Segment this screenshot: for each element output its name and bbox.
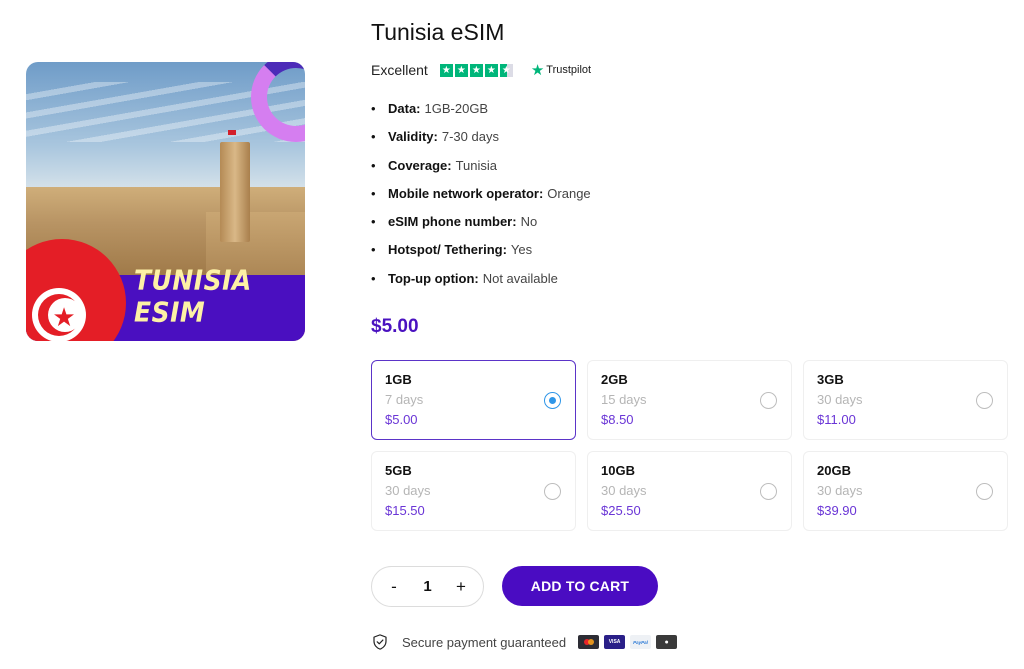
feature-value: Yes [510, 242, 533, 258]
feature-item: • eSIM phone number: No [371, 214, 538, 230]
trustpilot-logo[interactable]: ★ Trustpilot [531, 61, 591, 79]
feature-item: • Top-up option: Not available [371, 270, 558, 286]
add-to-cart-button[interactable]: ADD TO CART [502, 566, 658, 606]
image-tower [220, 142, 250, 242]
feature-key: Top-up option: [388, 270, 479, 286]
radio-unselected[interactable] [760, 483, 777, 500]
feature-key: Data: [388, 101, 421, 116]
plan-size: 5GB [385, 463, 412, 478]
increase-quantity-button[interactable]: + [454, 577, 468, 597]
plan-option-2gb[interactable]: 2GB 15 days $8.50 [587, 360, 792, 440]
feature-value: No [520, 214, 538, 230]
feature-item: • Hotspot/ Tethering: Yes [371, 242, 533, 258]
radio-unselected[interactable] [544, 483, 561, 500]
plan-size: 10GB [601, 463, 635, 478]
star-half-icon: ★ [499, 63, 513, 77]
product-image[interactable]: ★ TUNISIA ESIM [26, 62, 305, 341]
flag-star-icon: ★ [52, 302, 76, 332]
trustpilot-star-icon: ★ [530, 62, 545, 79]
star-icon: ★ [484, 63, 498, 77]
star-icon: ★ [439, 63, 453, 77]
product-title: Tunisia eSIM [371, 19, 505, 45]
feature-item: • Validity: 7-30 days [371, 129, 499, 145]
plan-option-1gb[interactable]: 1GB 7 days $5.00 [371, 360, 576, 440]
feature-list: • Data: 1GB-20GB • Validity: 7-30 days • Cove… [371, 101, 591, 299]
plan-option-5gb[interactable]: 5GB 30 days $15.50 [371, 451, 576, 531]
image-banner-text: TUNISIA ESIM [134, 264, 252, 328]
visa-icon: VISA [604, 635, 626, 649]
plan-validity: 30 days [817, 392, 863, 407]
shield-check-icon [373, 634, 387, 650]
plan-price: $11.00 [817, 412, 856, 427]
plan-size: 2GB [601, 372, 628, 387]
plan-size: 1GB [385, 372, 412, 387]
quantity-value[interactable]: 1 [423, 578, 431, 595]
feature-item: • Mobile network operator: Orange [371, 185, 591, 201]
radio-unselected[interactable] [760, 392, 777, 409]
plan-validity: 7 days [385, 392, 424, 407]
plan-options: 1GB 7 days $5.00 2GB 15 days $8.50 3GB 3… [371, 360, 1009, 531]
radio-selected[interactable] [544, 392, 561, 409]
plan-validity: 30 days [601, 483, 647, 498]
plan-price: $25.50 [601, 503, 641, 518]
radio-unselected[interactable] [976, 483, 993, 500]
feature-value: Orange [547, 185, 591, 201]
plan-validity: 30 days [385, 483, 431, 498]
plan-price: $8.50 [601, 412, 634, 427]
rating-label: Excellent [371, 62, 428, 78]
feature-value: 7-30 days [441, 129, 499, 145]
apple-pay-icon: ● [656, 635, 678, 649]
feature-key: Coverage: [388, 157, 452, 173]
plan-size: 3GB [817, 372, 844, 387]
feature-key: Mobile network operator: [388, 185, 544, 201]
feature-value: Tunisia [455, 157, 498, 173]
secure-payment-text: Secure payment guaranteed [402, 634, 567, 650]
star-icon: ★ [454, 63, 468, 77]
feature-value: Not available [482, 270, 558, 286]
plan-price: $39.90 [817, 503, 857, 518]
star-icon: ★ [469, 63, 483, 77]
feature-item: • Coverage: Tunisia [371, 157, 498, 173]
plan-validity: 30 days [817, 483, 863, 498]
plan-option-10gb[interactable]: 10GB 30 days $25.50 [587, 451, 792, 531]
plan-option-20gb[interactable]: 20GB 30 days $39.90 [803, 451, 1008, 531]
plan-price: $5.00 [385, 412, 418, 427]
plan-size: 20GB [817, 463, 851, 478]
mastercard-icon [578, 635, 600, 649]
plan-price: $15.50 [385, 503, 425, 518]
trustpilot-rating[interactable]: Excellent ★ ★ ★ ★ ★ ★ Trustpilot [371, 61, 591, 79]
plan-option-3gb[interactable]: 3GB 30 days $11.00 [803, 360, 1008, 440]
trustpilot-text: Trustpilot [546, 64, 592, 76]
feature-value: 1GB-20GB [424, 101, 489, 116]
feature-item: • Data: 1GB-20GB [371, 101, 489, 116]
decrease-quantity-button[interactable]: - [387, 577, 401, 597]
feature-key: Hotspot/ Tethering: [388, 242, 507, 258]
quantity-stepper: - 1 + [371, 566, 484, 607]
secure-payment: Secure payment guaranteed VISA PayPal ● [371, 633, 682, 651]
feature-key: Validity: [388, 129, 438, 145]
image-tower-flag [228, 130, 236, 135]
plan-validity: 15 days [601, 392, 647, 407]
paypal-icon: PayPal [630, 635, 652, 649]
feature-key: eSIM phone number: [388, 214, 517, 230]
radio-unselected[interactable] [976, 392, 993, 409]
rating-stars: ★ ★ ★ ★ ★ [439, 63, 513, 77]
product-price: $5.00 [371, 316, 419, 337]
